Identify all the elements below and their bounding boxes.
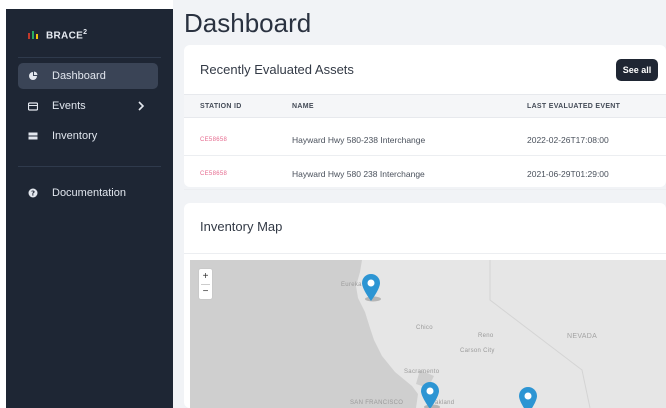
map-label-carson-city: Carson City	[460, 348, 495, 354]
asset-name: Hayward Hwy 580 238 Interchange	[292, 169, 425, 179]
card-title: Inventory Map	[200, 219, 283, 234]
inventory-map[interactable]: + − Eureka Chico Reno Carson City NEVADA…	[190, 260, 666, 408]
map-label-eureka: Eureka	[341, 282, 362, 288]
card-title: Recently Evaluated Assets	[200, 62, 354, 77]
chevron-right-icon[interactable]	[136, 100, 146, 112]
table-row[interactable]: CE58658 Hayward Hwy 580 238 Interchange …	[184, 157, 666, 190]
map-label-san-francisco: SAN FRANCISCO	[350, 400, 404, 406]
sidebar-item-dashboard[interactable]: Dashboard	[18, 63, 158, 89]
table-header: STATION ID NAME LAST EVALUATED EVENT	[184, 94, 666, 118]
sidebar-item-label: Documentation	[52, 187, 126, 199]
map-marker-pin-icon[interactable]	[517, 385, 539, 408]
help-circle-icon: ?	[28, 188, 38, 198]
card-divider	[184, 253, 666, 254]
inventory-icon	[28, 131, 38, 141]
svg-text:?: ?	[31, 190, 35, 198]
map-marker-pin-icon[interactable]	[360, 272, 382, 302]
dashboard-icon	[28, 71, 38, 81]
asset-name: Hayward Hwy 580-238 Interchange	[292, 135, 426, 145]
inventory-map-card: Inventory Map + − Eureka Chico Reno Cars…	[184, 203, 666, 408]
brand[interactable]: BRACE2	[28, 29, 87, 41]
table-row[interactable]: CE58658 Hayward Hwy 580-238 Interchange …	[184, 123, 666, 156]
map-label-sacramento: Sacramento	[404, 369, 440, 375]
recent-assets-card: Recently Evaluated Assets See all STATIO…	[184, 45, 666, 190]
brand-name: BRACE2	[46, 29, 88, 42]
zoom-control: + −	[198, 268, 213, 300]
map-label-chico: Chico	[416, 325, 433, 331]
sidebar: BRACE2 Dashboard Events Inventory ? Docu…	[6, 9, 173, 408]
map-label-nevada: NEVADA	[567, 333, 598, 340]
map-marker-pin-icon[interactable]	[419, 380, 441, 408]
brand-logo-icon	[28, 31, 38, 40]
sidebar-divider	[18, 57, 161, 58]
zoom-out-button[interactable]: −	[199, 284, 212, 299]
column-header-name[interactable]: NAME	[292, 103, 314, 110]
last-evaluated-event: 2021-06-29T01:29:00	[527, 169, 609, 179]
map-label-reno: Reno	[478, 333, 494, 339]
main-content: Dashboard Recently Evaluated Assets See …	[173, 0, 666, 408]
column-header-last-event[interactable]: LAST EVALUATED EVENT	[527, 103, 620, 110]
station-id-link[interactable]: CE58658	[200, 137, 227, 143]
column-header-station-id[interactable]: STATION ID	[200, 103, 242, 110]
sidebar-item-label: Inventory	[52, 130, 98, 142]
sidebar-item-inventory[interactable]: Inventory	[18, 123, 158, 149]
sidebar-divider	[18, 166, 161, 167]
station-id-link[interactable]: CE58658	[200, 171, 227, 177]
sidebar-item-documentation[interactable]: ? Documentation	[18, 180, 158, 206]
zoom-in-button[interactable]: +	[199, 269, 212, 284]
last-evaluated-event: 2022-02-26T17:08:00	[527, 135, 609, 145]
sidebar-item-label: Dashboard	[52, 70, 106, 82]
events-icon	[28, 101, 38, 111]
sidebar-item-label: Events	[52, 100, 86, 112]
sidebar-item-events[interactable]: Events	[18, 93, 158, 119]
page-title: Dashboard	[184, 8, 312, 38]
see-all-button[interactable]: See all	[616, 59, 658, 81]
